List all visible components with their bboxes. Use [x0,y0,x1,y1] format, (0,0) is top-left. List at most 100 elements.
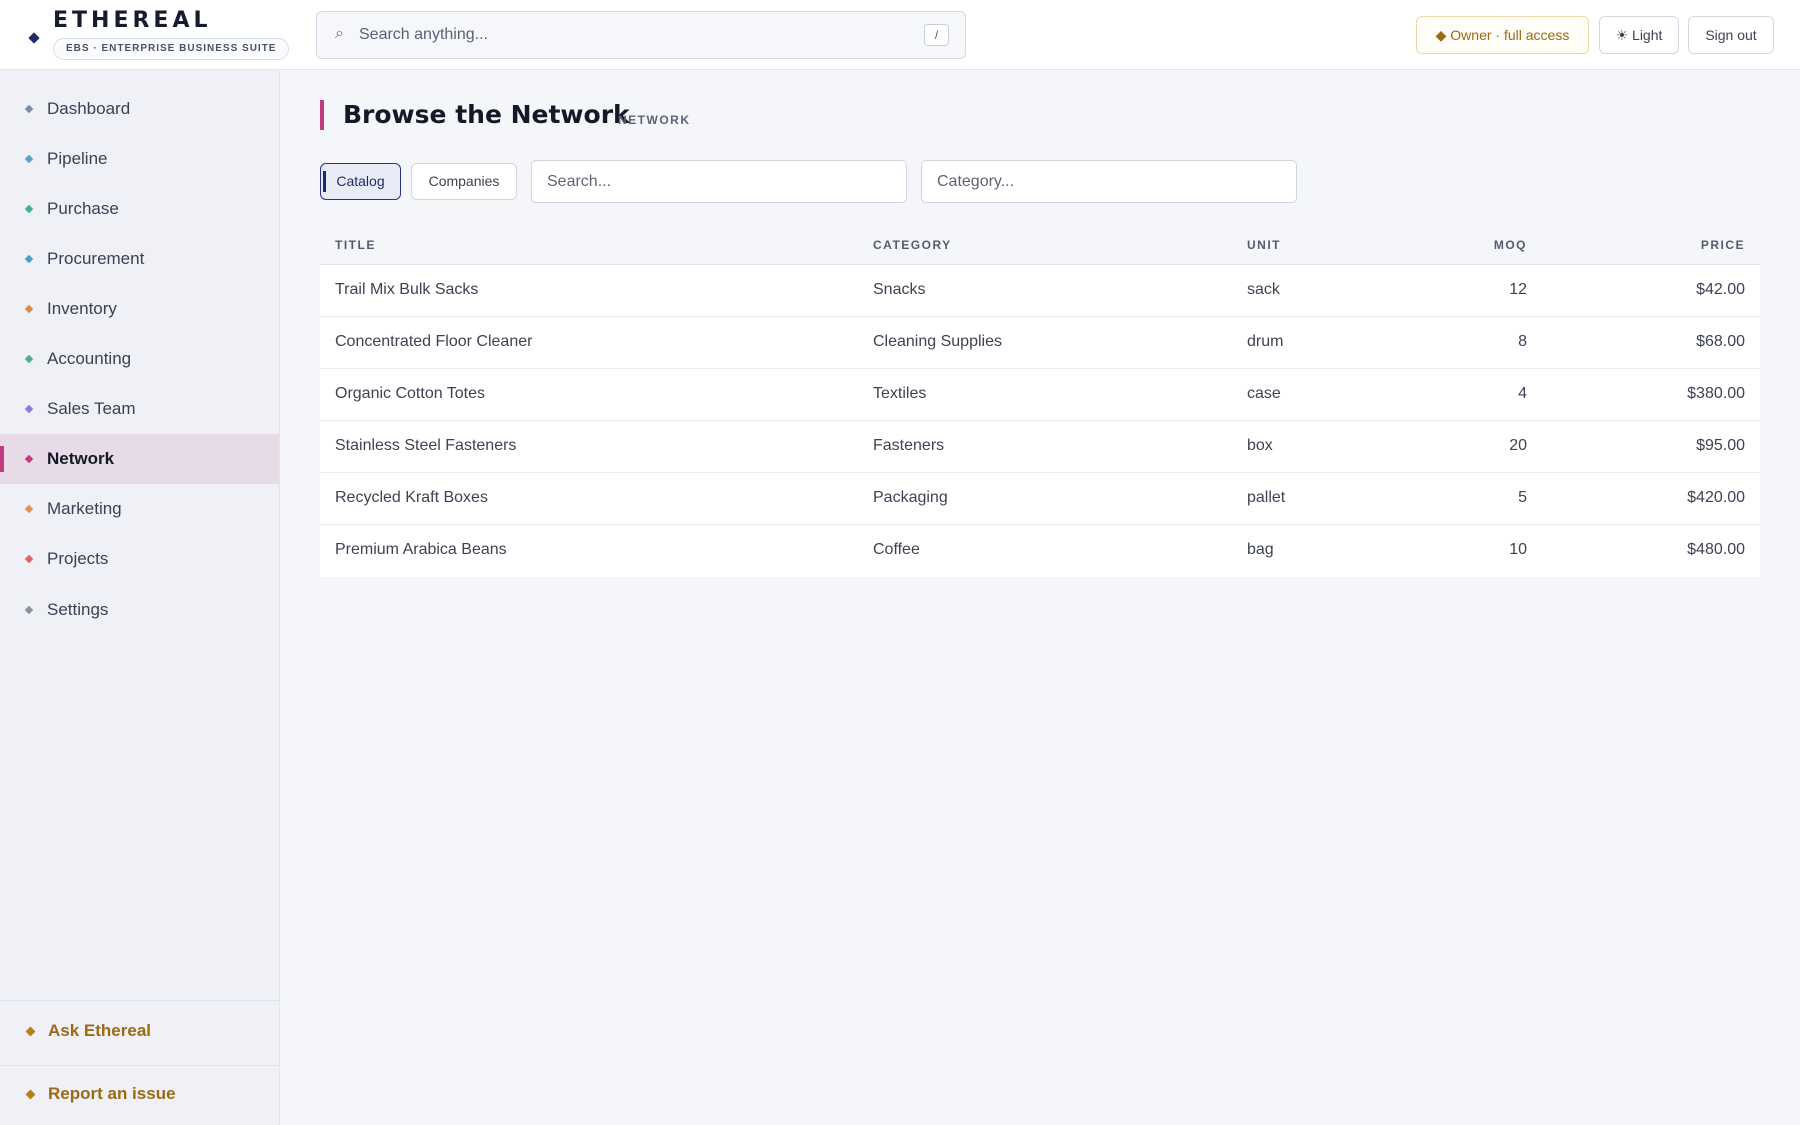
sidebar-item-sales-team[interactable]: Sales Team [0,384,279,434]
sidebar-item-label: Network [47,449,115,468]
cell-title: Premium Arabica Beans [335,541,507,558]
tab-companies[interactable]: Companies [411,163,517,200]
sidebar-item-accounting[interactable]: Accounting [0,334,279,384]
dashboard-bullet-icon [24,104,34,114]
table-row[interactable]: Organic Cotton Totes Textiles case 4 $38… [320,369,1760,421]
pipeline-bullet-icon [24,154,34,164]
sidebar-item-label: Dashboard [47,99,131,118]
column-header-category[interactable]: CATEGORY [873,238,952,252]
sidebar-item-projects[interactable]: Projects [0,534,279,584]
projects-bullet-icon [24,554,34,564]
sidebar-item-network[interactable]: Network [0,434,279,484]
cell-price: $420.00 [1687,489,1745,506]
theme-toggle-button[interactable]: ☀ Light [1599,16,1679,54]
cell-category: Fasteners [873,437,945,454]
report-issue-icon [25,1089,36,1100]
cell-unit: box [1247,437,1273,454]
sidebar-item-settings[interactable]: Settings [0,585,279,635]
sidebar: Dashboard Pipeline Purchase Procurement … [0,70,280,1125]
sidebar-item-label: Procurement [47,249,145,268]
cell-category: Textiles [873,385,927,402]
cell-unit: sack [1247,281,1280,298]
page-title-accent [320,100,324,130]
sales-team-bullet-icon [24,404,34,414]
search-icon: ⌕ [335,25,344,42]
cell-title: Organic Cotton Totes [335,385,486,402]
sign-out-button[interactable]: Sign out [1688,16,1774,54]
table-row[interactable]: Concentrated Floor Cleaner Cleaning Supp… [320,317,1760,369]
cell-unit: case [1247,385,1281,402]
sidebar-item-inventory[interactable]: Inventory [0,284,279,334]
cell-moq: 5 [1518,489,1527,506]
cell-unit: pallet [1247,489,1286,506]
cell-category: Cleaning Supplies [873,333,1002,350]
network-bullet-icon [24,454,34,464]
sidebar-item-label: Projects [47,549,109,568]
cell-moq: 10 [1509,541,1527,558]
cell-title: Recycled Kraft Boxes [335,489,488,506]
sidebar-item-label: Settings [47,600,109,619]
column-header-moq[interactable]: MOQ [1494,238,1527,252]
ask-ethereal-icon [25,1026,36,1037]
sidebar-item-procurement[interactable]: Procurement [0,234,279,284]
cell-price: $42.00 [1696,281,1745,298]
sidebar-divider [0,1065,279,1066]
cell-moq: 20 [1509,437,1527,454]
search-shortcut-hint: / [924,24,949,46]
top-bar: ETHEREAL EBS · ENTERPRISE BUSINESS SUITE… [0,0,1800,70]
marketing-bullet-icon [24,504,34,514]
table-row[interactable]: Stainless Steel Fasteners Fasteners box … [320,421,1760,473]
sidebar-item-pipeline[interactable]: Pipeline [0,134,279,184]
sidebar-item-label: Sales Team [47,399,136,418]
cell-price: $380.00 [1687,385,1745,402]
brand-diamond-icon [28,32,40,44]
table-row[interactable]: Premium Arabica Beans Coffee bag 10 $480… [320,525,1760,577]
sidebar-divider [0,1000,279,1001]
page-section-label: NETWORK [618,113,691,127]
sidebar-item-purchase[interactable]: Purchase [0,184,279,234]
sidebar-item-label: Purchase [47,199,119,218]
settings-bullet-icon [24,605,34,615]
brand-name: ETHEREAL [53,8,212,33]
sidebar-item-label: Accounting [47,349,132,368]
page-title: Browse the Network [343,100,630,129]
inventory-bullet-icon [24,304,34,314]
table-row[interactable]: Recycled Kraft Boxes Packaging pallet 5 … [320,473,1760,525]
cell-title: Trail Mix Bulk Sacks [335,281,479,298]
cell-moq: 4 [1518,385,1527,402]
purchase-bullet-icon [24,204,34,214]
column-header-price[interactable]: PRICE [1701,238,1745,252]
sidebar-item-dashboard[interactable]: Dashboard [0,84,279,134]
catalog-search-input[interactable] [531,160,907,203]
sidebar-item-label: Pipeline [47,149,108,168]
column-header-unit[interactable]: UNIT [1247,238,1281,252]
brand-logo[interactable]: ETHEREAL EBS · ENTERPRISE BUSINESS SUITE [26,8,290,62]
sidebar-item-label: Marketing [47,499,122,518]
cell-title: Concentrated Floor Cleaner [335,333,533,350]
cell-unit: bag [1247,541,1274,558]
cell-category: Packaging [873,489,948,506]
table-row[interactable]: Trail Mix Bulk Sacks Snacks sack 12 $42.… [320,265,1760,317]
sidebar-item-label: Inventory [47,299,117,318]
procurement-bullet-icon [24,254,34,264]
ask-ethereal-button[interactable]: Ask Ethereal [0,1012,279,1052]
cell-category: Snacks [873,281,926,298]
global-search[interactable]: ⌕ / [316,11,966,59]
report-issue-button[interactable]: Report an issue [0,1075,279,1115]
owner-access-badge[interactable]: ◆ Owner · full access [1416,16,1589,54]
ask-ethereal-label: Ask Ethereal [48,1021,151,1040]
cell-moq: 12 [1509,281,1527,298]
sidebar-item-marketing[interactable]: Marketing [0,484,279,534]
report-issue-label: Report an issue [48,1084,176,1103]
global-search-input[interactable] [359,20,899,50]
category-filter-input[interactable] [921,160,1297,203]
accounting-bullet-icon [24,354,34,364]
brand-tagline: EBS · ENTERPRISE BUSINESS SUITE [53,38,290,60]
tab-catalog[interactable]: Catalog [320,163,401,200]
cell-price: $68.00 [1696,333,1745,350]
cell-title: Stainless Steel Fasteners [335,437,517,454]
catalog-table: TITLE CATEGORY UNIT MOQ PRICE Trail Mix … [320,227,1760,577]
cell-unit: drum [1247,333,1284,350]
column-header-title[interactable]: TITLE [335,238,376,252]
cell-moq: 8 [1518,333,1527,350]
